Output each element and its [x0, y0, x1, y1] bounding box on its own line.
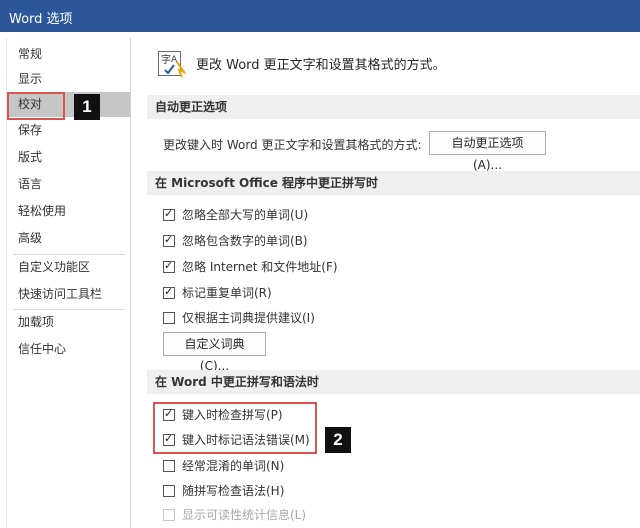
- sidebar-item-customize-ribbon[interactable]: 自定义功能区: [7, 255, 130, 280]
- sidebar-item-display[interactable]: 显示: [7, 67, 130, 92]
- option-label: 忽略全部大写的单词(U): [182, 208, 309, 222]
- option-label: 忽略 Internet 和文件地址(F): [182, 260, 338, 274]
- sidebar-item-add-ins[interactable]: 加载项: [7, 310, 130, 335]
- custom-dictionaries-button[interactable]: 自定义词典(C)...: [163, 332, 266, 373]
- sidebar-item-save[interactable]: 保存: [7, 118, 130, 143]
- checkmark-icon: ✓: [164, 233, 174, 246]
- sidebar-item-trust-center[interactable]: 信任中心: [7, 337, 130, 362]
- annotation-highlight-spelling-grammar: [153, 402, 317, 454]
- checkbox[interactable]: [163, 509, 175, 521]
- checkbox[interactable]: [163, 485, 175, 497]
- option-label: 忽略包含数字的单词(B): [182, 234, 308, 248]
- sidebar-item-layout[interactable]: 版式: [7, 145, 130, 170]
- option-label: 标记重复单词(R): [182, 286, 272, 300]
- autocorrect-label: 更改键入时 Word 更正文字和设置其格式的方式:: [163, 138, 422, 152]
- checkbox[interactable]: [163, 460, 175, 472]
- annotation-marker-2: 2: [325, 427, 351, 453]
- sidebar-item-advanced[interactable]: 高级: [7, 226, 130, 251]
- option-label: 随拼写检查语法(H): [182, 484, 285, 498]
- option-label: 显示可读性统计信息(L): [182, 508, 307, 522]
- checkmark-icon: ✓: [164, 285, 174, 298]
- sidebar-item-accessibility[interactable]: 轻松使用: [7, 199, 130, 224]
- proofing-abc-icon: 字 A: [158, 51, 187, 78]
- page-description: 更改 Word 更正文字和设置其格式的方式。: [196, 58, 446, 73]
- title-bar: Word 选项: [0, 0, 640, 32]
- sidebar-item-general[interactable]: 常规: [7, 42, 130, 67]
- sidebar-item-quick-access-toolbar[interactable]: 快速访问工具栏: [7, 282, 130, 307]
- window-title: Word 选项: [9, 12, 73, 27]
- checkbox[interactable]: ✓: [163, 285, 175, 299]
- checkbox[interactable]: ✓: [163, 233, 175, 247]
- checkbox[interactable]: ✓: [163, 259, 175, 273]
- sidebar-item-language[interactable]: 语言: [7, 172, 130, 197]
- proofing-panel: 字 A 更改 Word 更正文字和设置其格式的方式。 自动更正选项 更改键入时 …: [130, 38, 640, 528]
- autocorrect-options-button[interactable]: 自动更正选项(A)...: [429, 131, 546, 172]
- checkbox[interactable]: ✓: [163, 207, 175, 221]
- checkmark-icon: ✓: [164, 259, 174, 272]
- option-label: 经常混淆的单词(N): [182, 459, 285, 473]
- section-header-autocorrect: 自动更正选项: [147, 95, 640, 119]
- annotation-highlight-proofing: [7, 92, 65, 120]
- annotation-marker-1: 1: [74, 94, 100, 120]
- section-header-word-spelling: 在 Word 中更正拼写和语法时: [147, 370, 640, 394]
- checkbox[interactable]: [163, 312, 175, 324]
- checkmark-icon: ✓: [164, 207, 174, 220]
- svg-text:字: 字: [161, 53, 171, 66]
- section-header-office-spelling: 在 Microsoft Office 程序中更正拼写时: [147, 171, 640, 195]
- option-label: 仅根据主词典提供建议(I): [182, 311, 315, 325]
